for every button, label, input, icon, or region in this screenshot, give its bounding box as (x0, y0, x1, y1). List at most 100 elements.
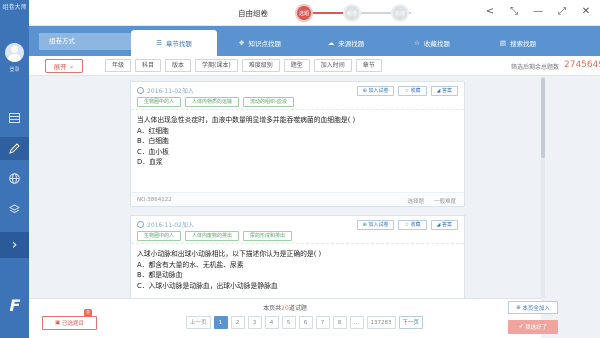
answer-button[interactable]: ◢ 答案 (430, 86, 458, 96)
filter-list: 年级 科目 版本 学期(课本) 难度级别 题型 加入时间 章节 (105, 59, 382, 72)
done-button[interactable]: ✔ 我选好了 (508, 320, 558, 334)
filter-bar: 展开 ⌄ 年级 科目 版本 学期(课本) 难度级别 题型 加入时间 章节 筛选后… (29, 56, 600, 76)
button-label: 收藏 (410, 222, 421, 228)
layers-icon (9, 204, 20, 214)
list-panel-icon (9, 112, 20, 123)
step-compose: 组卷 (343, 4, 361, 22)
button-label: 答案 (441, 222, 452, 228)
question-actions: ⊕ 加入试卷 ☆ 收藏 ◢ 答案 (356, 86, 458, 96)
option-b: B．白细胞 (137, 137, 169, 145)
favorite-button[interactable]: ☆ 收藏 (398, 86, 427, 96)
step-finish: 完成 (391, 4, 409, 22)
step-select: 选题 (295, 4, 313, 22)
page-info-prefix: 本页共 (263, 305, 282, 312)
question-footer: NO:3864122 选择题 一般难度 (131, 192, 464, 206)
window-controls: < ⤡ — ⤢ ✕ (484, 6, 592, 18)
chevron-right-icon: › (11, 237, 18, 253)
pagination: 上一页 1 2 3 4 5 6 7 8 ... 137283 下一页 (186, 316, 424, 329)
scrollbar-thumb[interactable] (541, 78, 545, 158)
titlebar: 自由组卷 选题 组卷 完成 < ⤡ — ⤢ ✕ (29, 0, 600, 26)
selected-label: 已选题目 (61, 321, 84, 327)
progress-steps: 选题 组卷 完成 (281, 4, 421, 22)
question-stem: 当人体出现急性炎症时，血液中数量明显增多并能吞噬病菌的血细胞是( ) (137, 116, 356, 124)
close-icon[interactable]: ✕ (580, 6, 592, 18)
share-icon[interactable]: < (484, 6, 496, 18)
window-title: 自由组卷 (238, 9, 268, 18)
remaining-count-label: 筛选后剩余总题数 (511, 64, 560, 71)
page-button[interactable]: 5 (281, 316, 296, 329)
tab-favorites[interactable]: ☆ 收藏找题 (389, 30, 475, 56)
expand-label: 展开 (53, 63, 67, 71)
plus-icon: ⊕ (516, 304, 521, 311)
answer-button[interactable]: ◢ 答案 (430, 220, 458, 230)
page-button[interactable]: 6 (298, 316, 313, 329)
sidebar-item-edit[interactable] (0, 137, 29, 160)
filter-type[interactable]: 题型 (283, 59, 310, 72)
option-d: D．血浆 (137, 158, 163, 166)
check-icon: ✔ (518, 324, 524, 330)
shrink-icon[interactable]: ⤡ (508, 6, 520, 18)
tab-knowledge[interactable]: ✥ 知识点找题 (217, 30, 303, 56)
filter-chapter[interactable]: 章节 (355, 59, 382, 72)
network-icon: ✥ (239, 39, 245, 47)
sidebar-expand-button[interactable]: › (0, 232, 29, 258)
tab-label: 章节找题 (165, 40, 192, 48)
question-tag: 人体内废物的排出 (185, 231, 240, 241)
add-to-paper-button[interactable]: ⊕ 加入试卷 (356, 86, 395, 96)
next-page-button[interactable]: 下一页 (398, 316, 424, 329)
tab-chapter[interactable]: ☰ 章节找题 (131, 30, 217, 56)
question-body: 入球小动脉和出球小动脉相比，以下描述你认为是正确的是( ) A．都含有大量的水、… (131, 244, 464, 291)
filter-added-time[interactable]: 加入时间 (313, 59, 352, 72)
page-info-suffix: 道试题 (288, 305, 307, 312)
sidebar-item-layers[interactable] (0, 198, 29, 221)
bottom-bar: 本页共20道试题 ▣ 已选题目 0 上一页 1 2 3 4 5 6 7 8 ..… (29, 298, 541, 338)
add-to-paper-button[interactable]: ⊕ 加入试卷 (356, 220, 395, 230)
page-button[interactable]: 1 (213, 316, 228, 329)
selected-questions-button[interactable]: ▣ 已选题目 (42, 316, 97, 330)
prev-page-button[interactable]: 上一页 (186, 316, 211, 329)
filter-subject[interactable]: 科目 (135, 59, 162, 72)
minimize-icon[interactable]: — (532, 6, 544, 18)
sidebar: 组卷大师 登录 › F (0, 0, 29, 338)
login-link[interactable]: 登录 (0, 66, 29, 73)
tabs: ☰ 章节找题 ✥ 知识点找题 ☁ 来源找题 ☆ 收藏找题 ▤ 搜索找题 (131, 30, 561, 56)
question-tag: 生物圈中的人 (137, 97, 182, 107)
filter-difficulty[interactable]: 难度级别 (241, 59, 280, 72)
cloud-icon: ☁ (327, 39, 335, 47)
question-date: 2016-11-02加入 (137, 220, 194, 229)
question-card: 2016-11-02加入 生物圈中的人 人体内物质的运输 流动的组织-血液 ⊕ … (130, 81, 465, 207)
page-button[interactable]: 4 (264, 316, 279, 329)
favorite-button[interactable]: ☆ 收藏 (398, 220, 427, 230)
page-button[interactable]: 2 (230, 316, 245, 329)
last-page-button[interactable]: 137283 (366, 316, 396, 329)
button-label: 加入试卷 (368, 222, 389, 228)
page-button[interactable]: 3 (247, 316, 262, 329)
sidebar-item-globe[interactable] (0, 167, 29, 190)
restore-icon[interactable]: ⤢ (556, 6, 568, 18)
sidebar-item-list[interactable] (0, 106, 29, 129)
brand-logo-icon: F (9, 296, 21, 315)
tab-search[interactable]: ▤ 搜索找题 (475, 30, 561, 56)
question-number: NO:3864122 (137, 197, 172, 203)
tab-label: 知识点找题 (248, 40, 281, 48)
tab-source[interactable]: ☁ 来源找题 (303, 30, 389, 56)
option-c: C．血小板 (137, 147, 169, 156)
option-c: C．入球小动脉是动脉血，出球小动脉是静脉血 (137, 281, 278, 290)
page-button[interactable]: 7 (315, 316, 330, 329)
chevron-down-icon: ⌄ (68, 62, 75, 70)
add-all-button[interactable]: ⊕ 本页全加入 (508, 301, 558, 314)
expand-button[interactable]: 展开 ⌄ (45, 59, 83, 73)
scrollbar[interactable] (541, 76, 545, 298)
filter-grade[interactable]: 年级 (105, 59, 132, 72)
avatar[interactable] (5, 43, 24, 62)
filter-term[interactable]: 学期(课本) (195, 59, 238, 72)
star-icon: ☆ (414, 39, 420, 47)
app-logo: 组卷大师 (2, 4, 27, 11)
page-button[interactable]: 8 (332, 316, 347, 329)
add-all-label: 本页全加入 (522, 305, 550, 312)
tab-label: 搜索找题 (510, 40, 537, 48)
question-difficulty: 一般难度 (433, 199, 456, 205)
filter-edition[interactable]: 版本 (165, 59, 192, 72)
question-header: 2016-11-02加入 生物圈中的人 人体内废物的排出 尿的形成和排出 ⊕ 加… (131, 216, 464, 244)
question-stem: 入球小动脉和出球小动脉相比，以下描述你认为是正确的是( ) (137, 250, 322, 258)
